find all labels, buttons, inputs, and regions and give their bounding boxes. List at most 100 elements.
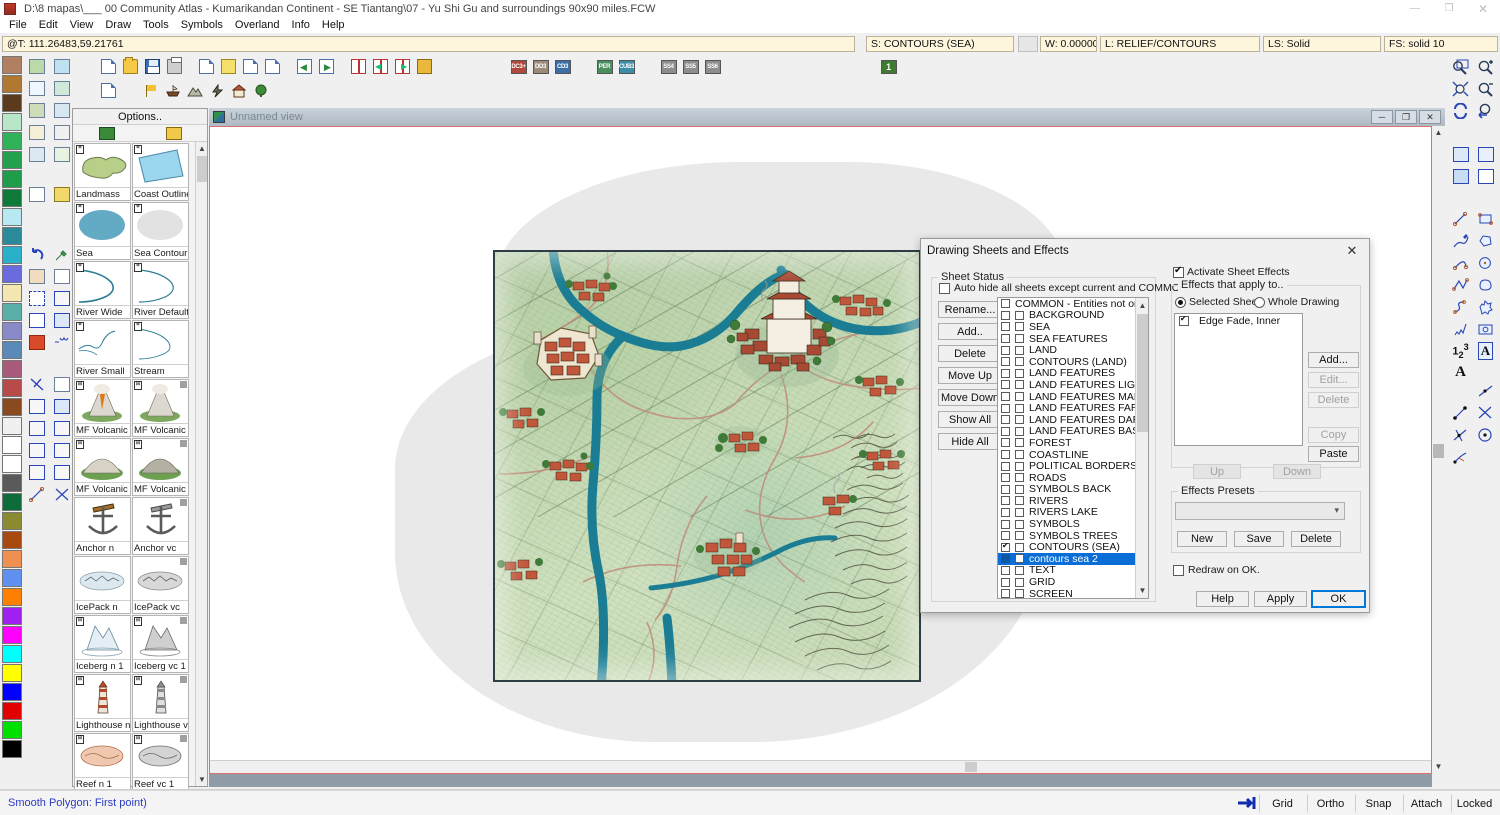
minimize-button[interactable]: — bbox=[1398, 0, 1432, 17]
color-swatch[interactable] bbox=[2, 455, 22, 473]
toggle-locked[interactable]: Locked bbox=[1451, 794, 1498, 813]
symbol-cell-volcano-3[interactable]: ⊞ MF Volcanic Isl bbox=[74, 438, 131, 496]
sheet-row[interactable]: LAND FEATURES MARSH bbox=[998, 391, 1148, 403]
color-swatch[interactable] bbox=[2, 360, 22, 378]
auto-hide-checkbox-row[interactable]: Auto hide all sheets except current and … bbox=[939, 282, 1187, 294]
coordinate-field[interactable]: @T: 111.26483,59.21761 bbox=[2, 36, 855, 52]
catalog-options-button[interactable]: Options.. bbox=[73, 109, 207, 125]
fractal-line-button[interactable] bbox=[1449, 318, 1472, 339]
linestyle-field[interactable]: LS: Solid bbox=[1263, 36, 1381, 52]
coords-button[interactable] bbox=[50, 396, 73, 417]
sheet-list[interactable]: COMMON - Entities not on any BACKGROUND … bbox=[997, 297, 1149, 599]
sheet-effects-checkbox[interactable] bbox=[1015, 415, 1024, 425]
sheet-row[interactable]: SEA bbox=[998, 321, 1148, 333]
ss5-button[interactable]: SS5 bbox=[680, 57, 701, 77]
text-button[interactable]: A bbox=[1449, 362, 1472, 383]
move-down-button[interactable]: Move Down bbox=[938, 389, 1002, 406]
symbol-cell-stream[interactable]: ⌗ Stream bbox=[132, 320, 189, 378]
sheet-effects-checkbox[interactable] bbox=[1015, 577, 1024, 587]
sheet-effects-checkbox[interactable] bbox=[1015, 438, 1024, 448]
symbol-cell-sea[interactable]: ⌗ Sea bbox=[74, 202, 131, 260]
activate-effects-row[interactable]: Activate Sheet Effects bbox=[1173, 265, 1290, 278]
undo-button[interactable] bbox=[25, 244, 48, 265]
river-tool-button[interactable] bbox=[50, 78, 73, 99]
color-swatch[interactable] bbox=[2, 626, 22, 644]
sheet-row[interactable]: LAND FEATURES BASE CITY bbox=[998, 425, 1148, 437]
color-swatch[interactable] bbox=[2, 664, 22, 682]
color-swatch[interactable] bbox=[2, 702, 22, 720]
sheet-row[interactable]: LAND FEATURES FARM bbox=[998, 402, 1148, 414]
maximize-button[interactable]: ❐ bbox=[1432, 0, 1466, 17]
browse-folder-button[interactable] bbox=[414, 57, 435, 77]
color-swatch[interactable] bbox=[2, 474, 22, 492]
mirror-button[interactable] bbox=[50, 310, 73, 331]
sheet-row[interactable]: FOREST bbox=[998, 437, 1148, 449]
text-props-button[interactable] bbox=[50, 266, 73, 287]
sheet-effects-checkbox[interactable] bbox=[1015, 392, 1024, 402]
symbol-cell-reef-vc[interactable]: ⊞ Reef vc 1 bbox=[132, 733, 189, 791]
select-button[interactable] bbox=[25, 288, 48, 309]
ss4-button[interactable]: SS4 bbox=[658, 57, 679, 77]
width-field[interactable]: W: 0.00000 bbox=[1040, 36, 1097, 52]
sheet-row[interactable]: CONTOURS (LAND) bbox=[998, 356, 1148, 368]
fractal-polygon-button[interactable] bbox=[1474, 296, 1497, 317]
sheet-field[interactable]: S: CONTOURS (SEA) bbox=[866, 36, 1014, 52]
color-swatch[interactable] bbox=[2, 531, 22, 549]
tree-symbol-button[interactable] bbox=[250, 81, 271, 101]
color-swatch[interactable] bbox=[2, 113, 22, 131]
line-tool-button[interactable] bbox=[1449, 208, 1472, 229]
sheet-visible-checkbox[interactable] bbox=[1001, 392, 1010, 402]
sheet-effects-checkbox[interactable] bbox=[1015, 380, 1024, 390]
zoom-window-button[interactable] bbox=[1449, 56, 1472, 77]
auto-hide-checkbox[interactable] bbox=[939, 282, 950, 294]
dc3-plus-button[interactable]: DC3+ bbox=[508, 57, 529, 77]
sheet-visible-checkbox[interactable] bbox=[1001, 496, 1010, 506]
smooth-polygon-button[interactable] bbox=[1474, 274, 1497, 295]
grid-tool-button[interactable] bbox=[25, 122, 48, 143]
menu-symbols[interactable]: Symbols bbox=[175, 17, 229, 33]
symbol-cell-river-default[interactable]: ⌗ River Default bbox=[132, 261, 189, 319]
break-button[interactable] bbox=[25, 418, 48, 439]
sheet-list-scroll-up-icon[interactable]: ▲ bbox=[1136, 298, 1148, 313]
mdi-vertical-scrollbar[interactable]: ▲ ▼ bbox=[1432, 126, 1445, 787]
drawing-sheets-dialog[interactable]: Drawing Sheets and Effects ✕ Sheet Statu… bbox=[920, 238, 1370, 613]
preset-new-button[interactable]: New bbox=[1177, 531, 1227, 547]
cub3-button[interactable]: CUB3 bbox=[616, 57, 637, 77]
trim-button[interactable] bbox=[25, 374, 48, 395]
symbol-cell-lighthouse-vc[interactable]: ⊞ Lighthouse vc bbox=[132, 674, 189, 732]
dd3-button[interactable]: DD3 bbox=[530, 57, 551, 77]
spline-button[interactable] bbox=[1449, 296, 1472, 317]
symbol-cell-anchor-vc[interactable]: Anchor vc bbox=[132, 497, 189, 555]
delete-sheet-button[interactable]: Delete bbox=[938, 345, 1002, 362]
effects-list[interactable]: Edge Fade, Inner bbox=[1174, 313, 1303, 446]
symbol-cell-volcano-4[interactable]: ⊞ MF Volcanic Isl bbox=[132, 438, 189, 496]
sheet-row[interactable]: ROADS bbox=[998, 472, 1148, 484]
polyline-button[interactable] bbox=[1449, 274, 1472, 295]
sheet-visible-checkbox[interactable] bbox=[1001, 415, 1010, 425]
fillet-button[interactable] bbox=[25, 440, 48, 461]
color-swatch[interactable] bbox=[2, 512, 22, 530]
symbol-catalog-button[interactable] bbox=[1474, 318, 1497, 339]
symbol-cell-reef-n[interactable]: ⊞ Reef n 1 bbox=[74, 733, 131, 791]
xline-button[interactable] bbox=[50, 484, 73, 505]
sheet-stack-button[interactable] bbox=[50, 184, 73, 205]
sheet-visible-checkbox[interactable] bbox=[1001, 519, 1010, 529]
sheet-visible-checkbox[interactable] bbox=[1001, 554, 1010, 564]
color-swatch[interactable] bbox=[2, 607, 22, 625]
rename-button[interactable]: Rename... bbox=[938, 301, 1002, 318]
sheet-visible-checkbox[interactable] bbox=[1001, 507, 1010, 517]
sheet-visible-checkbox[interactable] bbox=[1001, 461, 1010, 471]
building-symbol-button[interactable] bbox=[228, 81, 249, 101]
color-swatch[interactable] bbox=[2, 588, 22, 606]
color-swatch[interactable] bbox=[2, 493, 22, 511]
color-swatch[interactable] bbox=[2, 56, 22, 74]
sheet-list-scroll-thumb[interactable] bbox=[1137, 314, 1148, 432]
catalog-new-button[interactable] bbox=[73, 125, 140, 141]
sheet-row[interactable]: TEXT bbox=[998, 564, 1148, 576]
sheet-row[interactable]: COMMON - Entities not on any bbox=[998, 298, 1148, 310]
preset-combobox[interactable]: ▾ bbox=[1175, 502, 1345, 520]
color-swatch[interactable] bbox=[2, 265, 22, 283]
sheet-visible-checkbox[interactable] bbox=[1001, 450, 1010, 460]
mdi-scroll-down-icon[interactable]: ▼ bbox=[1432, 760, 1445, 773]
color-swatch[interactable] bbox=[2, 417, 22, 435]
